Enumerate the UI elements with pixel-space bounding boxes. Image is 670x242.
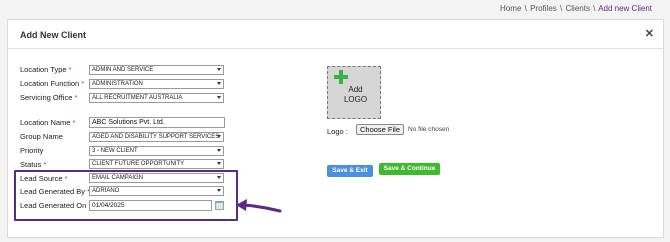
- divider: [8, 48, 663, 49]
- location-name-input[interactable]: ABC Solutions Pvt. Ltd.: [89, 117, 225, 128]
- location-function-label: Location Function *: [20, 79, 85, 88]
- save-exit-button[interactable]: Save & Exit: [327, 165, 373, 177]
- chevron-down-icon: [217, 82, 221, 85]
- required-marker: *: [72, 118, 76, 127]
- lead-fields-highlight: [14, 170, 238, 221]
- breadcrumb: Home \ Profiles \ Clients \ Add new Clie…: [500, 4, 652, 13]
- group-name-label: Group Name: [20, 132, 63, 141]
- chevron-down-icon: [217, 135, 221, 138]
- add-logo-box[interactable]: Add LOGO: [327, 66, 381, 119]
- chevron-down-icon: [217, 96, 221, 99]
- save-continue-button[interactable]: Save & Continue: [379, 163, 440, 175]
- add-logo-text: Add LOGO: [343, 85, 368, 104]
- required-marker: *: [74, 93, 78, 102]
- required-marker: *: [68, 65, 72, 74]
- location-type-select[interactable]: ADMIN AND SERVICE: [89, 65, 224, 75]
- status-row: Status *: [20, 159, 89, 170]
- location-type-row: Location Type *: [20, 64, 89, 75]
- breadcrumb-separator: \: [560, 4, 563, 13]
- breadcrumb-clients[interactable]: Clients: [565, 4, 589, 13]
- file-status-text: No file chosen: [408, 126, 450, 133]
- plus-icon: [334, 70, 348, 84]
- choose-file-button[interactable]: Choose File: [356, 124, 404, 135]
- page-title: Add New Client: [20, 30, 87, 40]
- group-name-select[interactable]: AGED AND DISABILITY SUPPORT SERVICES: [89, 132, 224, 142]
- location-function-row: Location Function *: [20, 78, 89, 89]
- breadcrumb-home[interactable]: Home: [500, 4, 521, 13]
- breadcrumb-separator: \: [593, 4, 596, 13]
- status-label: Status *: [20, 160, 47, 169]
- location-name-row: Location Name *: [20, 117, 89, 128]
- chevron-down-icon: [217, 162, 221, 165]
- priority-row: Priority: [20, 145, 89, 156]
- servicing-office-value: ALL RECRUITMENT AUSTRALIA: [92, 95, 183, 101]
- breadcrumb-profiles[interactable]: Profiles: [530, 4, 557, 13]
- servicing-office-row: Servicing Office *: [20, 92, 89, 103]
- location-type-label: Location Type *: [20, 65, 72, 74]
- location-type-value: ADMIN AND SERVICE: [92, 67, 154, 73]
- servicing-office-select[interactable]: ALL RECRUITMENT AUSTRALIA: [89, 93, 224, 103]
- chevron-down-icon: [217, 68, 221, 71]
- required-marker: *: [81, 79, 85, 88]
- location-name-label: Location Name *: [20, 118, 76, 127]
- status-value: CLIENT FUTURE OPPORTUNITY: [92, 161, 185, 167]
- priority-select[interactable]: 3 - NEW CLIENT: [89, 146, 224, 156]
- chevron-down-icon: [217, 149, 221, 152]
- required-marker: *: [43, 160, 47, 169]
- servicing-office-label: Servicing Office *: [20, 93, 78, 102]
- close-icon[interactable]: ✕: [645, 27, 654, 40]
- group-name-row: Group Name: [20, 131, 89, 142]
- location-function-select[interactable]: ADMINISTRATION: [89, 79, 224, 89]
- add-client-panel: Add New Client ✕ Location Type * ADMIN A…: [7, 19, 664, 238]
- group-name-value: AGED AND DISABILITY SUPPORT SERVICES: [92, 134, 220, 140]
- status-select[interactable]: CLIENT FUTURE OPPORTUNITY: [89, 159, 224, 169]
- priority-label: Priority: [20, 146, 44, 155]
- breadcrumb-current: Add new Client: [598, 4, 652, 13]
- priority-value: 3 - NEW CLIENT: [92, 148, 138, 154]
- logo-label: Logo :: [327, 127, 348, 136]
- location-function-value: ADMINISTRATION: [92, 81, 143, 87]
- annotation-arrow-icon: [236, 199, 282, 213]
- breadcrumb-separator: \: [524, 4, 527, 13]
